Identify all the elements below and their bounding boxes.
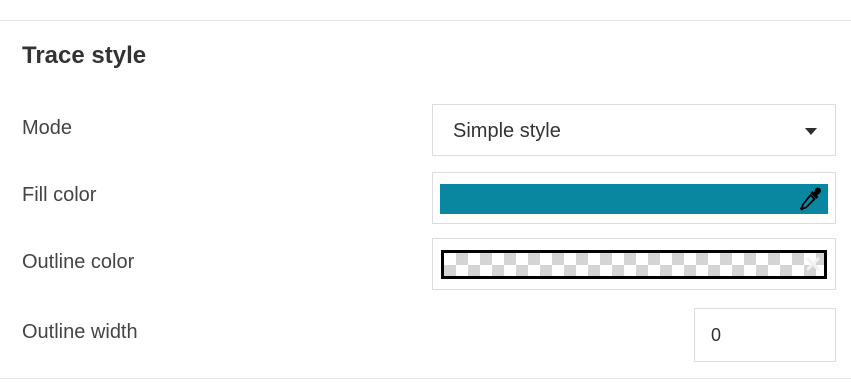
bottom-divider (0, 378, 851, 379)
clear-icon[interactable] (804, 255, 822, 273)
chevron-down-icon (805, 128, 817, 135)
mode-label: Mode (22, 117, 73, 139)
top-divider (0, 20, 851, 21)
mode-select-value: Simple style (453, 120, 561, 142)
trace-style-panel: Trace style Mode Simple style Fill color… (0, 0, 851, 383)
outline-color-picker[interactable] (432, 238, 836, 290)
section-title: Trace style (22, 42, 147, 69)
outline-color-label: Outline color (22, 251, 135, 273)
mode-select[interactable]: Simple style (432, 104, 836, 156)
fill-color-label: Fill color (22, 184, 97, 206)
eyedropper-icon[interactable] (800, 187, 822, 211)
outline-color-swatch[interactable] (441, 250, 827, 279)
fill-color-swatch[interactable] (440, 184, 828, 214)
fill-color-picker[interactable] (432, 172, 836, 224)
outline-width-label: Outline width (22, 321, 138, 343)
outline-width-input[interactable] (694, 308, 836, 362)
